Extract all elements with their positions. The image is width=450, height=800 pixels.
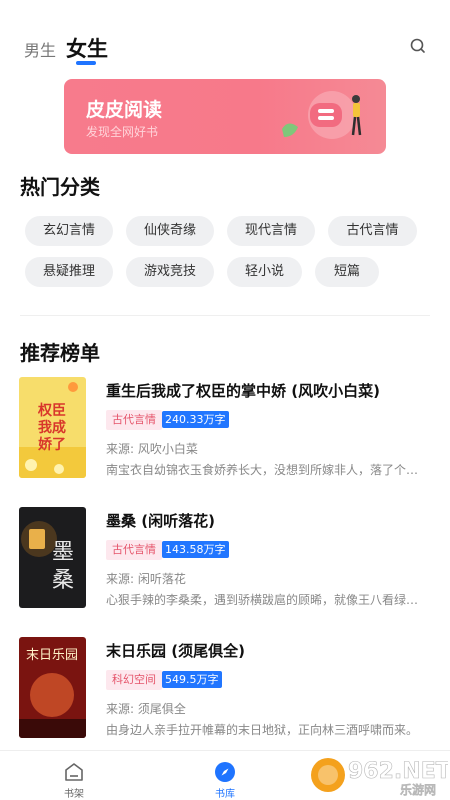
search-button[interactable] [406, 34, 430, 58]
promo-banner[interactable]: 皮皮阅读 发现全网好书 [64, 79, 386, 154]
section-title-ranking: 推荐榜单 [20, 341, 100, 365]
cover-title-line: 娇了 [38, 436, 66, 453]
book-wordcount-tag: 240.33万字 [162, 411, 229, 428]
cover-title-line: 权臣 [37, 402, 66, 419]
tab-female[interactable]: 女生 [66, 33, 108, 63]
top-bar: 男生 女生 [0, 0, 450, 70]
section-divider [20, 315, 430, 316]
category-chip[interactable]: 轻小说 [227, 257, 302, 287]
section-title-categories: 热门分类 [20, 175, 100, 199]
book-author: 来源: 须尾俱全 [106, 702, 186, 716]
category-chip[interactable]: 游戏竞技 [126, 257, 214, 287]
watermark-text: 962.NET [348, 759, 448, 784]
banner-title: 皮皮阅读 [86, 99, 163, 121]
cover-title-line: 我成 [38, 419, 66, 436]
category-chip[interactable]: 古代言情 [328, 216, 417, 246]
book-title: 墨桑 (闲听落花) [106, 512, 215, 530]
cover-title-line: 墨 [52, 540, 74, 565]
book-description: 由身边人亲手拉开帷幕的末日地狱，正向林三酒呼啸而来。 [106, 723, 419, 737]
book-author: 来源: 闲听落花 [106, 572, 186, 586]
category-chip[interactable]: 仙侠奇缘 [126, 216, 214, 246]
book-category-tag: 科幻空间 [106, 670, 162, 690]
book-category-tag: 古代言情 [106, 540, 162, 560]
cover-title-line: 末日乐园 [26, 648, 78, 663]
book-description: 心狠手辣的李桑柔，遇到骄横跋扈的顾晞，就像王八看绿豆对上了眼 [106, 593, 430, 607]
book-item[interactable]: 墨 桑 墨桑 (闲听落花) 古代言情 143.58万字 来源: 闲听落花 心狠手… [0, 507, 450, 617]
banner-illustration [282, 91, 362, 139]
tab-active-indicator [76, 61, 96, 65]
nav-bookshelf[interactable]: 书架 [44, 751, 104, 800]
nav-label: 书库 [215, 789, 235, 800]
watermark-logo: 962.NET 乐游网 [311, 758, 448, 797]
search-icon [410, 38, 425, 53]
banner-subtitle: 发现全网好书 [86, 125, 159, 139]
book-wordcount-tag: 549.5万字 [162, 671, 222, 688]
bookshelf-icon [65, 763, 83, 781]
nav-library[interactable]: 书库 [195, 751, 255, 800]
book-author: 来源: 风吹小白菜 [106, 442, 198, 456]
watermark-subtext: 乐游网 [400, 782, 436, 797]
book-category-tag: 古代言情 [106, 410, 162, 430]
compass-icon [215, 762, 235, 782]
category-chip[interactable]: 短篇 [315, 257, 379, 287]
nav-label: 书架 [64, 789, 84, 800]
book-description: 南宝衣自幼锦衣玉食娇养长大，没想到所嫁非人，落了个凄凉下场 [106, 463, 430, 477]
book-cover: 末日乐园 [19, 637, 86, 738]
book-title: 重生后我成了权臣的掌中娇 (风吹小白菜) [106, 382, 380, 400]
book-wordcount-tag: 143.58万字 [162, 541, 229, 558]
book-item[interactable]: 权臣 我成 娇了 重生后我成了权臣的掌中娇 (风吹小白菜) 古代言情 240.3… [0, 377, 450, 487]
book-cover: 墨 桑 [19, 507, 86, 608]
category-chip[interactable]: 现代言情 [227, 216, 315, 246]
category-chip[interactable]: 悬疑推理 [25, 257, 113, 287]
book-cover: 权臣 我成 娇了 [19, 377, 86, 478]
tab-male[interactable]: 男生 [24, 37, 56, 61]
book-title: 末日乐园 (须尾俱全) [106, 642, 245, 660]
book-item[interactable]: 末日乐园 末日乐园 (须尾俱全) 科幻空间 549.5万字 来源: 须尾俱全 由… [0, 637, 450, 747]
category-chip[interactable]: 玄幻言情 [25, 216, 113, 246]
cover-title-line: 桑 [52, 568, 74, 593]
